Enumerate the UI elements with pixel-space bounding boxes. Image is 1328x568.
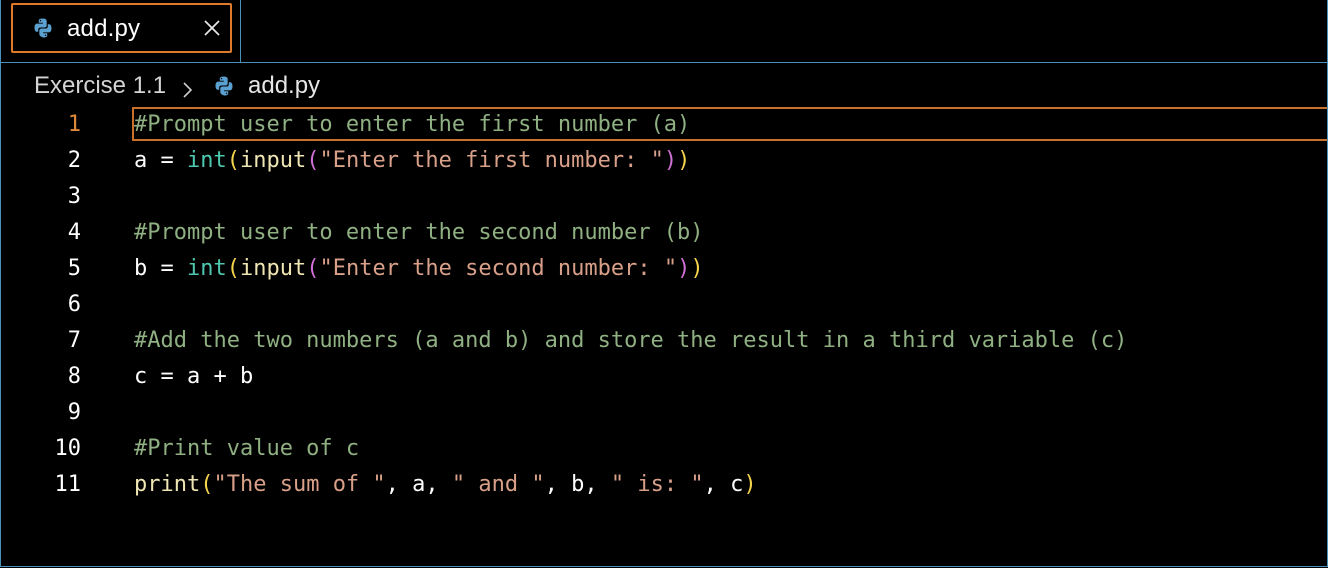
code-line[interactable]: 10 #Print value of c <box>1 431 1327 467</box>
line-number: 5 <box>67 256 81 281</box>
code-token-paren2: ) <box>663 148 678 173</box>
code-token-plain: c = a + b <box>134 364 254 389</box>
active-tab-outline[interactable]: add.py <box>11 3 232 53</box>
breadcrumb-file[interactable]: add.py <box>248 72 320 100</box>
code-line[interactable]: 9 <box>1 395 1327 431</box>
code-token-plain: b = <box>134 256 187 281</box>
code-text[interactable]: c = a + b <box>134 364 253 389</box>
code-token-string: "Enter the second number: " <box>319 256 678 281</box>
code-token-plain: , b, <box>544 472 611 497</box>
code-token-func: print <box>134 472 201 497</box>
chevron-right-icon <box>181 78 195 98</box>
code-text[interactable]: a = int(input("Enter the first number: "… <box>134 148 690 173</box>
editor-window: add.py Exercise 1.1 add.py 1#Prompt use <box>0 0 1328 567</box>
code-token-string: " is: " <box>610 472 704 497</box>
code-token-comment: #Prompt user to enter the first number (… <box>134 112 691 137</box>
code-token-paren2: ( <box>306 256 320 281</box>
code-token-func: input <box>239 256 307 281</box>
code-line[interactable]: 8 c = a + b <box>1 359 1327 395</box>
code-line[interactable]: 7 #Add the two numbers (a and b) and stor… <box>1 323 1327 359</box>
code-token-comment: #Prompt user to enter the second number … <box>134 220 704 245</box>
tab-bar: add.py <box>1 0 1327 63</box>
code-token-comment: #Print value of c <box>134 436 360 461</box>
code-line[interactable]: 11 print("The sum of ", a, " and ", b, " … <box>1 467 1327 503</box>
code-line[interactable]: 1 #Prompt user to enter the first number … <box>1 107 1327 143</box>
breadcrumb: Exercise 1.1 add.py <box>1 63 1327 107</box>
code-line[interactable]: 2a = int(input("Enter the first number: … <box>1 143 1327 179</box>
code-token-paren2: ) <box>677 256 691 281</box>
code-token-paren1: ( <box>200 472 214 497</box>
line-number: 8 <box>67 364 81 389</box>
line-number: 9 <box>67 400 81 425</box>
line-number: 7 <box>67 328 81 353</box>
code-text[interactable]: print("The sum of ", a, " and ", b, " is… <box>134 472 757 497</box>
code-token-paren1: ( <box>226 256 240 281</box>
code-token-func: input <box>239 148 307 173</box>
line-number: 2 <box>67 148 81 173</box>
code-token-comment: #Add the two numbers (a and b) and store… <box>134 328 1128 353</box>
code-token-string: " and " <box>451 472 545 497</box>
code-text[interactable]: #Print value of c <box>134 436 359 461</box>
code-token-paren1: ) <box>743 472 757 497</box>
code-token-paren1: ( <box>226 148 240 173</box>
code-text[interactable]: #Prompt user to enter the second number … <box>134 220 704 245</box>
line-number: 10 <box>54 436 82 461</box>
code-editor[interactable]: 1 #Prompt user to enter the first number … <box>1 107 1327 547</box>
code-line[interactable]: 3 <box>1 179 1327 215</box>
code-token-plain: a = <box>134 148 187 173</box>
code-text[interactable]: b = int(input("Enter the second number: … <box>134 256 704 281</box>
code-token-string: "The sum of " <box>213 472 386 497</box>
code-token-string: "Enter the first number: " <box>319 148 664 173</box>
python-file-icon <box>32 17 54 39</box>
line-number: 3 <box>67 184 81 209</box>
code-token-paren2: ( <box>306 148 320 173</box>
code-token-plain: , a, <box>385 472 452 497</box>
code-token-paren1: ) <box>690 256 704 281</box>
close-icon[interactable] <box>202 18 222 38</box>
code-token-builtin: int <box>186 148 227 173</box>
code-line[interactable]: 6 <box>1 287 1327 323</box>
code-token-builtin: int <box>186 256 227 281</box>
line-number: 11 <box>54 472 82 497</box>
code-text[interactable]: #Prompt user to enter the first number (… <box>134 112 690 137</box>
python-file-icon <box>213 75 235 97</box>
breadcrumb-folder[interactable]: Exercise 1.1 <box>34 72 166 100</box>
code-text[interactable]: #Add the two numbers (a and b) and store… <box>134 328 1127 353</box>
tab-add-py[interactable]: add.py <box>1 0 241 62</box>
line-number: 4 <box>67 220 81 245</box>
code-token-paren1: ) <box>677 148 691 173</box>
code-line[interactable]: 5b = int(input("Enter the second number:… <box>1 251 1327 287</box>
code-line[interactable]: 4 #Prompt user to enter the second number… <box>1 215 1327 251</box>
line-number: 6 <box>67 292 81 317</box>
tab-title: add.py <box>67 15 141 42</box>
line-number: 1 <box>67 112 81 137</box>
code-token-plain: , c <box>703 472 744 497</box>
